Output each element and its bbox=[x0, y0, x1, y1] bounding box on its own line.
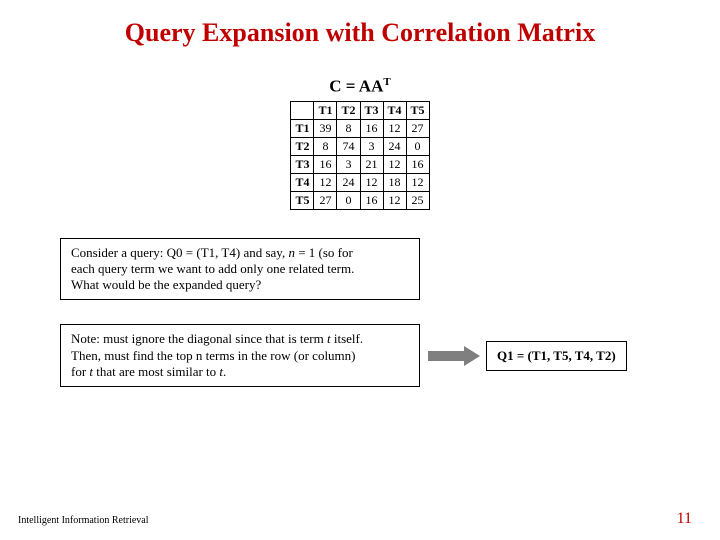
col-header: T3 bbox=[360, 101, 383, 119]
row-header: T1 bbox=[291, 119, 314, 137]
cell: 8 bbox=[337, 119, 360, 137]
cell: 12 bbox=[406, 173, 429, 191]
cell: 12 bbox=[360, 173, 383, 191]
table-row: T3 16 3 21 12 16 bbox=[291, 155, 429, 173]
col-header: T1 bbox=[314, 101, 337, 119]
cell: 16 bbox=[406, 155, 429, 173]
correlation-matrix: T1 T2 T3 T4 T5 T1 39 8 16 12 27 T2 8 74 … bbox=[290, 101, 429, 210]
cell: 12 bbox=[383, 119, 406, 137]
note-line1: Note: must ignore the diagonal since tha… bbox=[71, 331, 409, 347]
cell: 18 bbox=[383, 173, 406, 191]
arrow-right-icon bbox=[428, 347, 480, 365]
cell: 16 bbox=[314, 155, 337, 173]
row-header: T3 bbox=[291, 155, 314, 173]
col-header: T2 bbox=[337, 101, 360, 119]
cell: 16 bbox=[360, 119, 383, 137]
note-box: Note: must ignore the diagonal since tha… bbox=[60, 324, 420, 387]
question-line1: Consider a query: Q0 = (T1, T4) and say,… bbox=[71, 245, 409, 261]
cell: 16 bbox=[360, 191, 383, 209]
page-title: Query Expansion with Correlation Matrix bbox=[0, 0, 720, 48]
footer-left: Intelligent Information Retrieval bbox=[18, 515, 149, 526]
matrix-header-row: T1 T2 T3 T4 T5 bbox=[291, 101, 429, 119]
matrix-corner bbox=[291, 101, 314, 119]
question-line2: each query term we want to add only one … bbox=[71, 261, 409, 277]
question-line3: What would be the expanded query? bbox=[71, 277, 409, 293]
note-line3: for t that are most similar to t. bbox=[71, 364, 409, 380]
cell: 0 bbox=[406, 137, 429, 155]
cell: 12 bbox=[383, 155, 406, 173]
cell: 39 bbox=[314, 119, 337, 137]
cell: 8 bbox=[314, 137, 337, 155]
cell: 0 bbox=[337, 191, 360, 209]
col-header: T5 bbox=[406, 101, 429, 119]
answer-box: Q1 = (T1, T5, T4, T2) bbox=[486, 341, 627, 371]
table-row: T1 39 8 16 12 27 bbox=[291, 119, 429, 137]
cell: 21 bbox=[360, 155, 383, 173]
slide-number: 11 bbox=[677, 510, 692, 528]
text-boxes: Consider a query: Q0 = (T1, T4) and say,… bbox=[0, 238, 720, 388]
cell: 12 bbox=[383, 191, 406, 209]
table-row: T4 12 24 12 18 12 bbox=[291, 173, 429, 191]
cell: 74 bbox=[337, 137, 360, 155]
caption-prefix: C = AA bbox=[329, 77, 383, 96]
matrix-caption: C = AAT bbox=[0, 76, 720, 97]
note-row: Note: must ignore the diagonal since tha… bbox=[0, 324, 720, 387]
cell: 25 bbox=[406, 191, 429, 209]
cell: 27 bbox=[406, 119, 429, 137]
table-row: T2 8 74 3 24 0 bbox=[291, 137, 429, 155]
cell: 24 bbox=[383, 137, 406, 155]
cell: 12 bbox=[314, 173, 337, 191]
question-box: Consider a query: Q0 = (T1, T4) and say,… bbox=[60, 238, 420, 301]
col-header: T4 bbox=[383, 101, 406, 119]
matrix-wrap: T1 T2 T3 T4 T5 T1 39 8 16 12 27 T2 8 74 … bbox=[0, 101, 720, 210]
row-header: T2 bbox=[291, 137, 314, 155]
caption-sup: T bbox=[383, 76, 390, 88]
table-row: T5 27 0 16 12 25 bbox=[291, 191, 429, 209]
cell: 3 bbox=[360, 137, 383, 155]
row-header: T4 bbox=[291, 173, 314, 191]
note-line2: Then, must find the top n terms in the r… bbox=[71, 348, 409, 364]
cell: 24 bbox=[337, 173, 360, 191]
cell: 27 bbox=[314, 191, 337, 209]
row-header: T5 bbox=[291, 191, 314, 209]
cell: 3 bbox=[337, 155, 360, 173]
